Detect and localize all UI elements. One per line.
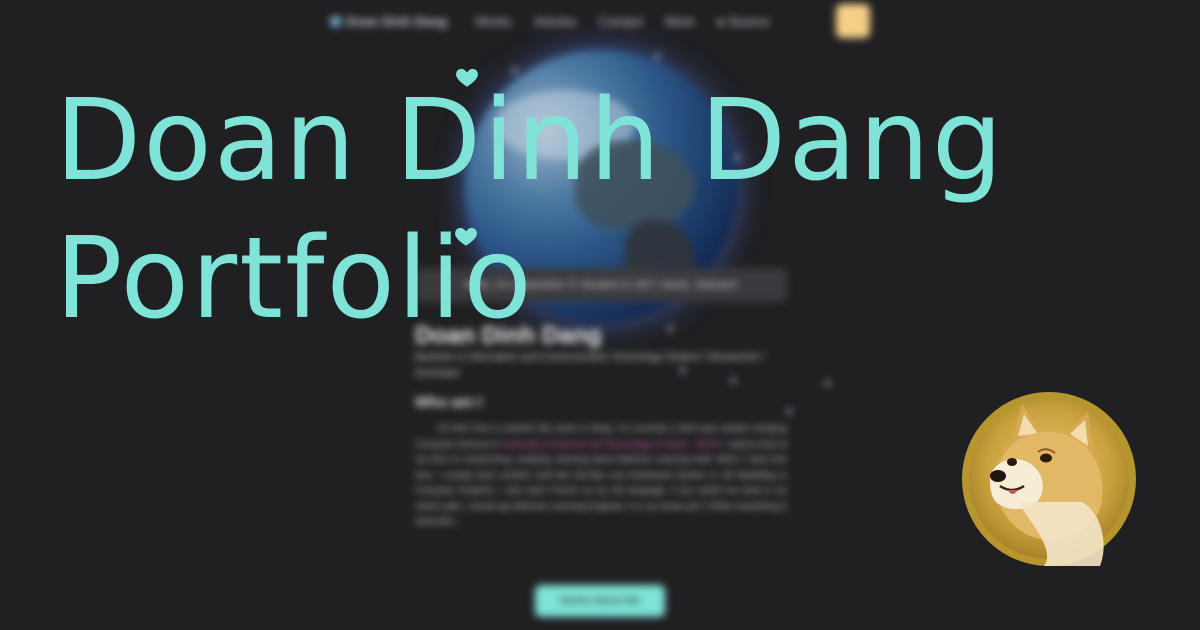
about-section-title: Who am I <box>415 394 482 411</box>
heart-icon <box>456 68 478 87</box>
nav-item-source-label: Source <box>728 13 770 29</box>
nav-item-source[interactable]: ● Source <box>717 14 770 29</box>
og-image: Doan Dinh Dang Works Articles Contact Mo… <box>0 0 1200 630</box>
profile-role: Bachelor in Information and Communicatio… <box>415 352 766 379</box>
page-headline: Doan Dinh Dang Portfolio <box>55 72 1005 348</box>
about-paragraph: Hi! Dinh from a student! My name is Dang… <box>415 421 787 530</box>
star <box>655 54 660 59</box>
star <box>825 381 830 386</box>
headline-line-2: Portfolio <box>55 214 534 344</box>
nav-item-articles[interactable]: Articles <box>534 14 577 29</box>
globe-logo-icon <box>330 15 341 27</box>
navbar: Doan Dinh Dang Works Articles Contact Mo… <box>330 8 890 34</box>
works-button[interactable]: Works About Me <box>535 585 665 617</box>
heart-icon <box>455 227 477 246</box>
nav-item-more[interactable]: More <box>665 14 695 29</box>
university-link[interactable]: University of Science and Technology of … <box>501 439 720 449</box>
nav-item-works[interactable]: Works <box>475 14 512 29</box>
nav-item-contact[interactable]: Contact <box>598 14 643 29</box>
github-icon: ● <box>716 13 725 29</box>
theme-toggle-button[interactable] <box>836 4 870 38</box>
headline-line-1: Doan Dinh Dang <box>55 76 1005 206</box>
nav-brand-label: Doan Dinh Dang <box>346 13 448 29</box>
about-text-end: . I spend most of my time on researching… <box>415 438 787 527</box>
star <box>787 409 792 414</box>
nav-brand[interactable]: Doan Dinh Dang <box>330 14 447 29</box>
doge-coin-icon <box>962 392 1136 566</box>
